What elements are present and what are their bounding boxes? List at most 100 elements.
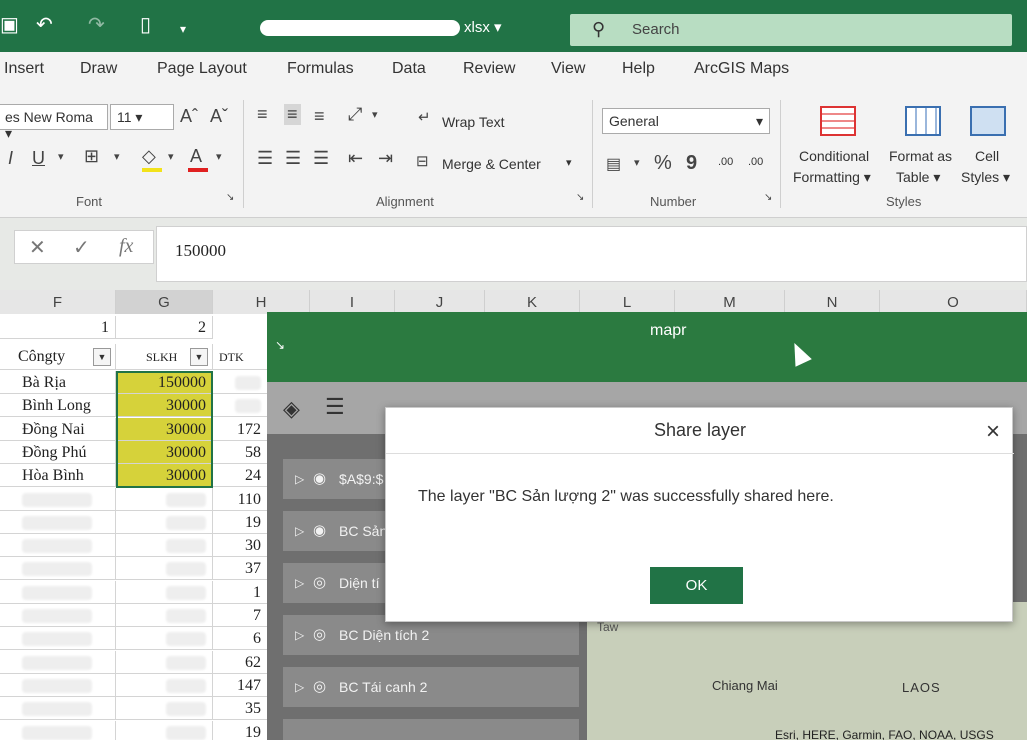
cell-styles-icon[interactable] xyxy=(970,106,1006,136)
tab-help[interactable]: Help xyxy=(622,60,655,78)
cell-company[interactable] xyxy=(0,674,116,697)
cell-slkh[interactable] xyxy=(116,651,213,674)
cell-dtk[interactable]: 35 xyxy=(213,697,268,720)
tab-arcgis-maps[interactable]: ArcGIS Maps xyxy=(694,60,789,78)
align-middle-icon[interactable]: ≡ xyxy=(284,104,301,125)
eye-off-icon[interactable]: ◎ xyxy=(313,563,326,603)
filter-dropdown-icon[interactable]: ▼ xyxy=(93,348,111,366)
increase-decimal-button[interactable]: .00 xyxy=(718,156,733,168)
cell-slkh[interactable]: 30000 xyxy=(116,394,213,417)
layer-item[interactable]: ▷ ◎ BC Tái canh 2 xyxy=(283,667,579,707)
cell-slkh[interactable]: 30000 xyxy=(116,464,213,487)
cell-slkh[interactable] xyxy=(116,674,213,697)
column-header-g[interactable]: G xyxy=(116,290,213,314)
layer-item[interactable]: ▷ ◎ Diện tí xyxy=(283,563,393,603)
wrap-text-button[interactable]: Wrap Text xyxy=(442,114,505,130)
cell-dtk[interactable]: 6 xyxy=(213,627,268,650)
header-slkh[interactable]: SLKH ▼ xyxy=(116,344,213,370)
header-company[interactable]: Côngty ▼ xyxy=(0,344,116,370)
expand-arrow-icon[interactable]: ▷ xyxy=(295,459,304,499)
conditional-formatting-icon[interactable] xyxy=(820,106,856,136)
cell-company[interactable]: Bình Long xyxy=(0,394,116,417)
tab-draw[interactable]: Draw xyxy=(80,60,117,78)
name-box[interactable]: ✕ ✓ fx xyxy=(14,230,154,264)
wrap-text-icon[interactable]: ↵ xyxy=(418,108,431,126)
cell-company[interactable] xyxy=(0,557,116,580)
cell-company[interactable] xyxy=(0,604,116,627)
merge-center-icon[interactable]: ⊟ xyxy=(416,152,429,170)
layer-list-icon[interactable]: ☰ xyxy=(325,394,345,420)
number-format-dropdown[interactable]: General ▾ xyxy=(602,108,770,134)
eye-icon[interactable]: ◉ xyxy=(313,459,326,499)
cell-dtk[interactable]: 19 xyxy=(213,511,268,534)
cell-company[interactable] xyxy=(0,511,116,534)
cell-styles-label-1[interactable]: Cell xyxy=(975,148,999,164)
underline-icon[interactable]: U xyxy=(32,148,45,169)
orientation-dropdown-icon[interactable]: ▾ xyxy=(372,108,378,121)
save-icon[interactable]: ▣ xyxy=(0,14,19,36)
cell-slkh[interactable] xyxy=(116,721,213,740)
borders-icon[interactable]: ⊞ xyxy=(84,146,99,167)
cell-dtk[interactable]: 19 xyxy=(213,721,268,740)
cell-company[interactable]: Hòa Bình xyxy=(0,464,116,487)
expand-arrow-icon[interactable]: ▷ xyxy=(295,563,304,603)
expand-arrow-icon[interactable]: ▷ xyxy=(295,667,304,707)
font-size-dropdown[interactable]: 11 ▾ xyxy=(110,104,174,130)
column-header-o[interactable]: O xyxy=(880,290,1027,314)
insert-function-button[interactable]: fx xyxy=(119,235,133,258)
align-left-icon[interactable]: ☰ xyxy=(257,148,273,169)
column-header-n[interactable]: N xyxy=(785,290,880,314)
cell-dtk[interactable]: 30 xyxy=(213,534,268,557)
enter-formula-icon[interactable]: ✓ xyxy=(73,235,90,260)
cell-company[interactable]: Bà Rịa xyxy=(0,371,116,394)
cell-slkh[interactable]: 150000 xyxy=(116,371,213,394)
customize-toolbar-icon[interactable]: ▾ xyxy=(180,18,186,40)
redo-icon[interactable]: ↷ xyxy=(88,14,105,36)
cell-dtk[interactable]: 147 xyxy=(213,674,268,697)
filter-dropdown-icon[interactable]: ▼ xyxy=(190,348,208,366)
cell-dtk[interactable]: 62 xyxy=(213,651,268,674)
fill-color-icon[interactable]: ◇ xyxy=(142,146,156,167)
decrease-indent-icon[interactable]: ⇤ xyxy=(348,148,363,169)
fill-dropdown-icon[interactable]: ▾ xyxy=(168,150,174,163)
cell-slkh[interactable] xyxy=(116,488,213,511)
cell-slkh[interactable]: 30000 xyxy=(116,418,213,441)
column-header-j[interactable]: J xyxy=(395,290,485,314)
cell-g1[interactable]: 2 xyxy=(116,316,213,339)
cell-slkh[interactable] xyxy=(116,581,213,604)
layer-item[interactable]: ▷ ◉ BC Sản xyxy=(283,511,393,551)
increase-indent-icon[interactable]: ⇥ xyxy=(378,148,393,169)
italic-icon[interactable]: I xyxy=(8,148,13,169)
cell-company[interactable] xyxy=(0,697,116,720)
eye-icon[interactable]: ◉ xyxy=(313,511,326,551)
cell-company[interactable] xyxy=(0,721,116,740)
tab-insert[interactable]: Insert xyxy=(4,60,44,78)
new-file-icon[interactable]: ▯ xyxy=(140,14,151,36)
align-right-icon[interactable]: ☰ xyxy=(313,148,329,169)
borders-dropdown-icon[interactable]: ▾ xyxy=(114,150,120,163)
cell-slkh[interactable] xyxy=(116,557,213,580)
accounting-dropdown-icon[interactable]: ▾ xyxy=(634,156,640,169)
cell-dtk[interactable]: 172 xyxy=(213,418,268,441)
cell-slkh[interactable]: 30000 xyxy=(116,441,213,464)
cell-slkh[interactable] xyxy=(116,511,213,534)
cell-company[interactable] xyxy=(0,534,116,557)
column-header-f[interactable]: F xyxy=(0,290,116,314)
document-title[interactable]: xlsx ▾ xyxy=(260,18,502,37)
align-bottom-icon[interactable]: ≡ xyxy=(314,106,325,127)
tab-data[interactable]: Data xyxy=(392,60,426,78)
cancel-formula-icon[interactable]: ✕ xyxy=(29,235,46,260)
underline-dropdown-icon[interactable]: ▾ xyxy=(58,150,64,163)
cell-slkh[interactable] xyxy=(116,534,213,557)
close-icon[interactable]: × xyxy=(986,418,1000,446)
cell-company[interactable]: Đồng Phú xyxy=(0,441,116,464)
merge-center-button[interactable]: Merge & Center xyxy=(442,156,541,172)
decrease-decimal-button[interactable]: .00 xyxy=(748,156,763,168)
cell-company[interactable] xyxy=(0,627,116,650)
tab-page-layout[interactable]: Page Layout xyxy=(157,60,247,78)
percent-style-button[interactable]: % xyxy=(654,152,672,175)
format-as-table-label-2[interactable]: Table ▾ xyxy=(896,169,940,186)
cell-dtk[interactable]: 110 xyxy=(213,488,268,511)
layer-item[interactable]: ▷ ◉ $A$9:$ xyxy=(283,459,393,499)
font-color-dropdown-icon[interactable]: ▾ xyxy=(216,150,222,163)
